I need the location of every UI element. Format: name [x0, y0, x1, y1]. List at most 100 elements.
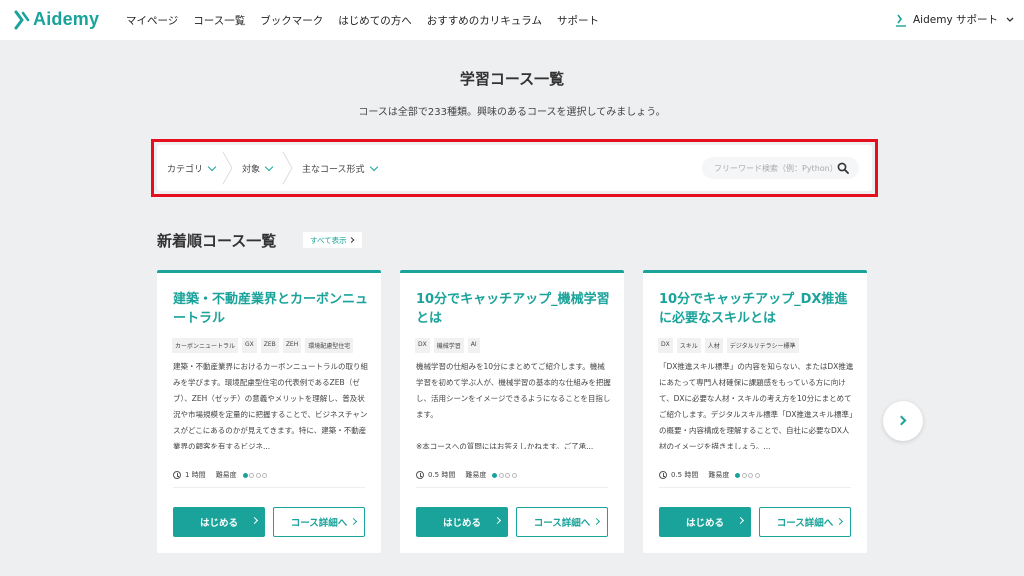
course-tag: GX — [242, 338, 257, 353]
course-tag: スキル — [676, 338, 701, 353]
start-button[interactable]: はじめる — [416, 507, 508, 537]
difficulty-dot — [754, 472, 760, 478]
course-card: 10分でキャッチアップ_DX推進に必要なスキルとは DX スキル 人材 デジタル… — [643, 270, 867, 553]
chevron-down-icon — [264, 162, 274, 172]
difficulty-dot — [255, 472, 261, 478]
chevron-right-icon — [896, 415, 907, 426]
course-detail-button[interactable]: コース詳細へ — [516, 507, 608, 537]
nav-bookmark[interactable]: ブックマーク — [260, 13, 323, 28]
clock-icon — [173, 471, 181, 479]
course-tag: 環境配慮型住宅 — [305, 338, 354, 353]
difficulty-dot — [262, 472, 268, 478]
start-button[interactable]: はじめる — [659, 507, 751, 537]
course-duration: 0.5 時間 — [428, 471, 456, 479]
course-duration: 1 時間 — [185, 471, 206, 479]
nav-support[interactable]: サポート — [557, 13, 599, 28]
chevron-right-icon — [350, 237, 355, 243]
support-menu[interactable]: Aidemy サポート — [895, 12, 1014, 27]
difficulty-dots — [735, 472, 760, 478]
course-description: 「DX推進スキル標準」の内容を知らない、またはDX推進にあたって専門人材確保に課… — [659, 362, 854, 449]
filter-category-label: カテゴリ — [167, 165, 204, 175]
filter-format[interactable]: 主なコース形式 — [302, 162, 378, 175]
card-divider — [659, 487, 851, 488]
difficulty-label: 難易度 — [465, 471, 487, 479]
difficulty-label: 難易度 — [708, 471, 730, 479]
search-icon[interactable] — [837, 162, 849, 174]
course-tags: DX スキル 人材 デジタルリテラシー標準 — [658, 338, 799, 353]
course-tags: DX 機械学習 AI — [415, 338, 480, 353]
start-button[interactable]: はじめる — [173, 507, 265, 537]
course-title[interactable]: 建築・不動産業界とカーボンニュートラル — [173, 290, 369, 328]
section-title: 新着順コース一覧 — [157, 232, 277, 250]
course-detail-button[interactable]: コース詳細へ — [759, 507, 851, 537]
difficulty-dot — [505, 472, 511, 478]
view-all-button[interactable]: すべて表示 — [303, 232, 362, 248]
course-detail-button[interactable]: コース詳細へ — [273, 507, 365, 537]
difficulty-dot — [498, 472, 504, 478]
support-avatar-icon — [895, 14, 906, 27]
course-tag: DX — [658, 338, 673, 353]
course-detail-label: コース詳細へ — [533, 518, 591, 529]
course-card: 建築・不動産業界とカーボンニュートラル カーボンニュートラル GX ZEB ZE… — [157, 270, 381, 553]
filter-category[interactable]: カテゴリ — [167, 162, 217, 175]
course-title[interactable]: 10分でキャッチアップ_機械学習とは — [416, 290, 612, 328]
course-card: 10分でキャッチアップ_機械学習とは DX 機械学習 AI 機械学習の仕組みを1… — [400, 270, 624, 553]
course-tags: カーボンニュートラル GX ZEB ZEH 環境配慮型住宅 — [172, 338, 354, 353]
aidemy-logo[interactable]: Aidemy — [14, 9, 99, 30]
start-button-label: はじめる — [685, 518, 724, 529]
difficulty-dots — [242, 472, 268, 478]
difficulty-label: 難易度 — [215, 471, 237, 479]
support-label: Aidemy サポート — [912, 14, 998, 26]
chevron-right-icon — [349, 517, 358, 526]
course-title[interactable]: 10分でキャッチアップ_DX推進に必要なスキルとは — [659, 290, 855, 328]
course-meta: 0.5 時間 難易度 — [659, 470, 760, 480]
difficulty-dots — [492, 472, 517, 478]
course-meta: 0.5 時間 難易度 — [416, 470, 517, 480]
chevron-down-icon — [369, 162, 378, 172]
nav-course-list[interactable]: コース一覧 — [193, 13, 245, 28]
search-input[interactable] — [714, 163, 842, 173]
start-button-label: はじめる — [199, 518, 238, 529]
chevron-right-icon — [736, 516, 745, 525]
chevron-right-icon — [835, 517, 844, 526]
difficulty-dot — [748, 472, 754, 478]
difficulty-dot — [735, 472, 741, 478]
filter-target[interactable]: 対象 — [242, 162, 274, 175]
course-tag: ZEH — [282, 338, 302, 353]
carousel-next-button[interactable] — [883, 401, 923, 441]
chevron-right-icon — [250, 516, 259, 525]
search-box — [702, 157, 859, 179]
course-meta: 1 時間 難易度 — [173, 470, 268, 480]
difficulty-dot — [741, 472, 747, 478]
course-tag: 機械学習 — [433, 338, 464, 353]
course-detail-label: コース詳細へ — [290, 518, 348, 529]
breadcrumb-separator-icon — [222, 151, 233, 185]
nav-beginners[interactable]: はじめての方へ — [338, 13, 412, 28]
card-divider — [416, 487, 608, 488]
chevron-down-icon — [207, 162, 217, 172]
difficulty-dot — [511, 472, 517, 478]
chevron-down-icon — [1006, 17, 1014, 22]
course-tag: AI — [467, 338, 480, 353]
nav-mypage[interactable]: マイページ — [126, 13, 178, 28]
card-divider — [173, 487, 365, 488]
top-header: Aidemy マイページ コース一覧 ブックマーク はじめての方へ おすすめのカ… — [0, 0, 1024, 40]
difficulty-dot — [242, 472, 248, 478]
view-all-label: すべて表示 — [310, 235, 347, 245]
main-nav: マイページ コース一覧 ブックマーク はじめての方へ おすすめのカリキュラム サ… — [126, 13, 599, 28]
clock-icon — [659, 471, 667, 479]
course-tag: DX — [415, 338, 430, 353]
chevron-right-icon — [493, 516, 502, 525]
filter-target-label: 対象 — [242, 165, 261, 175]
start-button-label: はじめる — [442, 518, 481, 529]
nav-recommended-curriculum[interactable]: おすすめのカリキュラム — [427, 13, 542, 28]
difficulty-dot — [492, 472, 498, 478]
breadcrumb-separator-icon — [282, 151, 293, 185]
course-detail-label: コース詳細へ — [776, 518, 834, 529]
page-title: 学習コース一覧 — [459, 70, 565, 88]
course-tag: 人材 — [704, 338, 723, 353]
page-subtitle: コースは全部で233種類。興味のあるコースを選択してみましょう。 — [358, 107, 666, 118]
course-tag: カーボンニュートラル — [172, 338, 239, 353]
course-tag: ZEB — [260, 338, 279, 353]
course-description: 機械学習の仕組みを10分にまとめてご紹介します。機械学習を初めて学ぶ人が、機械学… — [416, 362, 611, 449]
